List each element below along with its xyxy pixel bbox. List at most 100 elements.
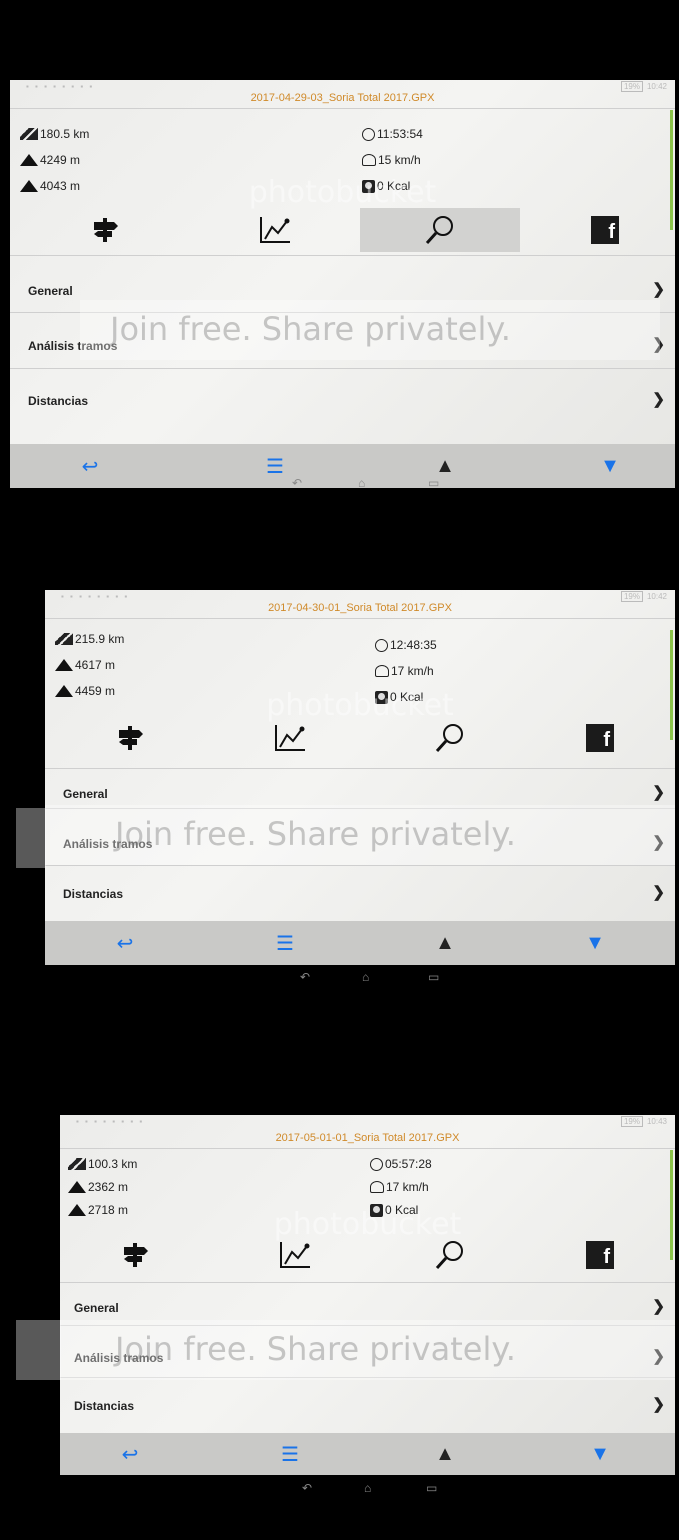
toolbar: f [45, 716, 675, 760]
tool-search[interactable] [360, 208, 520, 252]
divider [10, 368, 675, 369]
tool-chart[interactable] [250, 1233, 340, 1277]
notification-icons: ▪ ▪ ▪ ▪ ▪ ▪ ▪ ▪ [26, 82, 95, 91]
tool-route[interactable] [85, 716, 175, 760]
up-button[interactable]: ▲ [405, 921, 485, 965]
chevron-right-icon: ❯ [652, 784, 665, 801]
divider [10, 108, 675, 109]
system-back-icon[interactable]: ↶ [302, 1481, 312, 1495]
app-screen: ▪ ▪ ▪ ▪ ▪ ▪ ▪ ▪ 19% 10:42 2017-04-30-01_S… [45, 590, 675, 965]
tool-chart[interactable] [245, 716, 335, 760]
system-back-icon[interactable]: ↶ [300, 970, 310, 984]
system-home-icon[interactable]: ⌂ [358, 476, 365, 490]
stopwatch-icon [370, 1157, 383, 1171]
toolbar: f [10, 208, 675, 252]
calories-stat: 0 Kcal [375, 690, 423, 704]
speedometer-icon [370, 1181, 384, 1193]
screenshot-2: ▪ ▪ ▪ ▪ ▪ ▪ ▪ ▪ 19% 10:42 2017-04-30-01_S… [0, 590, 679, 985]
system-recents-icon[interactable]: ▭ [426, 1481, 437, 1495]
search-icon [435, 1241, 463, 1270]
chevron-up-icon: ▲ [435, 454, 455, 477]
chevron-down-icon: ▼ [585, 931, 605, 954]
duration-stat: 12:48:35 [375, 638, 437, 652]
duration-stat: 11:53:54 [362, 127, 423, 141]
down-button[interactable]: ▼ [555, 921, 635, 965]
stopwatch-icon [375, 638, 388, 652]
watermark-banner: Join free. Share privately. [115, 815, 516, 853]
tool-route[interactable] [60, 208, 150, 252]
distance-value: 180.5 km [40, 127, 90, 141]
tool-search[interactable] [405, 716, 495, 760]
chevron-right-icon: ❯ [652, 1396, 665, 1413]
battery-icon: 19% [620, 1116, 643, 1127]
facebook-icon: f [591, 216, 619, 244]
app-screen: ▪ ▪ ▪ ▪ ▪ ▪ ▪ ▪ 19% 10:43 2017-05-01-01_S… [60, 1115, 675, 1475]
calories-value: 0 Kcal [385, 1203, 419, 1217]
tool-facebook[interactable]: f [565, 208, 645, 252]
tool-facebook[interactable]: f [560, 716, 640, 760]
calories-stat: 0 Kcal [362, 179, 410, 193]
ascent-value: 4249 m [40, 153, 81, 167]
ascent-stat: 4249 m [20, 153, 80, 167]
menu-label: Distancias [74, 1399, 135, 1413]
descent-icon [68, 1204, 86, 1216]
search-icon [425, 216, 453, 245]
menu-icon: ☰ [276, 932, 294, 955]
distance-value: 215.9 km [75, 632, 125, 646]
chevron-up-icon: ▲ [435, 931, 455, 954]
speed-stat: 17 km/h [370, 1180, 429, 1194]
signpost-icon [124, 1243, 148, 1267]
menu-item-distancias[interactable]: Distancias ❯ [10, 380, 675, 420]
notification-icons: ▪ ▪ ▪ ▪ ▪ ▪ ▪ ▪ [61, 592, 130, 601]
menu-item-distancias[interactable]: Distancias ❯ [45, 873, 675, 913]
screenshot-1: ▪ ▪ ▪ ▪ ▪ ▪ ▪ ▪ 19% 10:42 2017-04-29-03_S… [0, 80, 679, 490]
descent-value: 4459 m [75, 684, 116, 698]
signpost-icon [119, 726, 143, 750]
status-right: 19% 10:42 [620, 591, 667, 602]
divider [45, 618, 675, 619]
calories-stat: 0 Kcal [370, 1203, 418, 1217]
tool-route[interactable] [90, 1233, 180, 1277]
menu-button[interactable]: ☰ [245, 921, 325, 965]
menu-label: Distancias [63, 887, 124, 901]
speed-stat: 17 km/h [375, 664, 434, 678]
ascent-stat: 4617 m [55, 658, 115, 672]
status-bar: ▪ ▪ ▪ ▪ ▪ ▪ ▪ ▪ 19% 10:43 [60, 1115, 675, 1129]
tool-chart[interactable] [230, 208, 320, 252]
back-arrow-icon: ↩ [81, 455, 99, 478]
system-recents-icon[interactable]: ▭ [428, 970, 439, 984]
chevron-right-icon: ❯ [652, 281, 665, 298]
distance-value: 100.3 km [88, 1157, 138, 1171]
road-icon [20, 128, 38, 140]
duration-stat: 05:57:28 [370, 1157, 432, 1171]
system-home-icon[interactable]: ⌂ [364, 1481, 371, 1495]
down-button[interactable]: ▼ [560, 1433, 640, 1475]
clock: 10:43 [646, 1117, 667, 1126]
menu-label: General [28, 284, 73, 298]
divider [45, 768, 675, 769]
scale-icon [370, 1203, 383, 1217]
distance-stat: 215.9 km [55, 632, 124, 646]
system-nav: ↶ ⌂ ▭ [0, 1481, 679, 1501]
menu-icon: ☰ [281, 1443, 299, 1466]
system-recents-icon[interactable]: ▭ [428, 476, 439, 490]
menu-button[interactable]: ☰ [250, 1433, 330, 1475]
search-icon [435, 724, 463, 753]
system-back-icon[interactable]: ↶ [292, 476, 302, 490]
tool-facebook[interactable]: f [560, 1233, 640, 1277]
system-nav: ↶ ⌂ ▭ [0, 476, 679, 496]
status-right: 19% 10:42 [620, 81, 667, 92]
tool-search[interactable] [405, 1233, 495, 1277]
road-icon [55, 633, 73, 645]
system-home-icon[interactable]: ⌂ [362, 970, 369, 984]
back-button[interactable]: ↩ [85, 921, 165, 965]
menu-item-distancias[interactable]: Distancias ❯ [60, 1385, 675, 1425]
distance-stat: 180.5 km [20, 127, 89, 141]
ascent-value: 4617 m [75, 658, 116, 672]
chevron-down-icon: ▼ [590, 1442, 610, 1465]
back-button[interactable]: ↩ [90, 1433, 170, 1475]
watermark-logo: photobucket [248, 175, 437, 210]
facebook-icon: f [586, 724, 614, 752]
watermark-band-edge [16, 808, 46, 868]
up-button[interactable]: ▲ [405, 1433, 485, 1475]
